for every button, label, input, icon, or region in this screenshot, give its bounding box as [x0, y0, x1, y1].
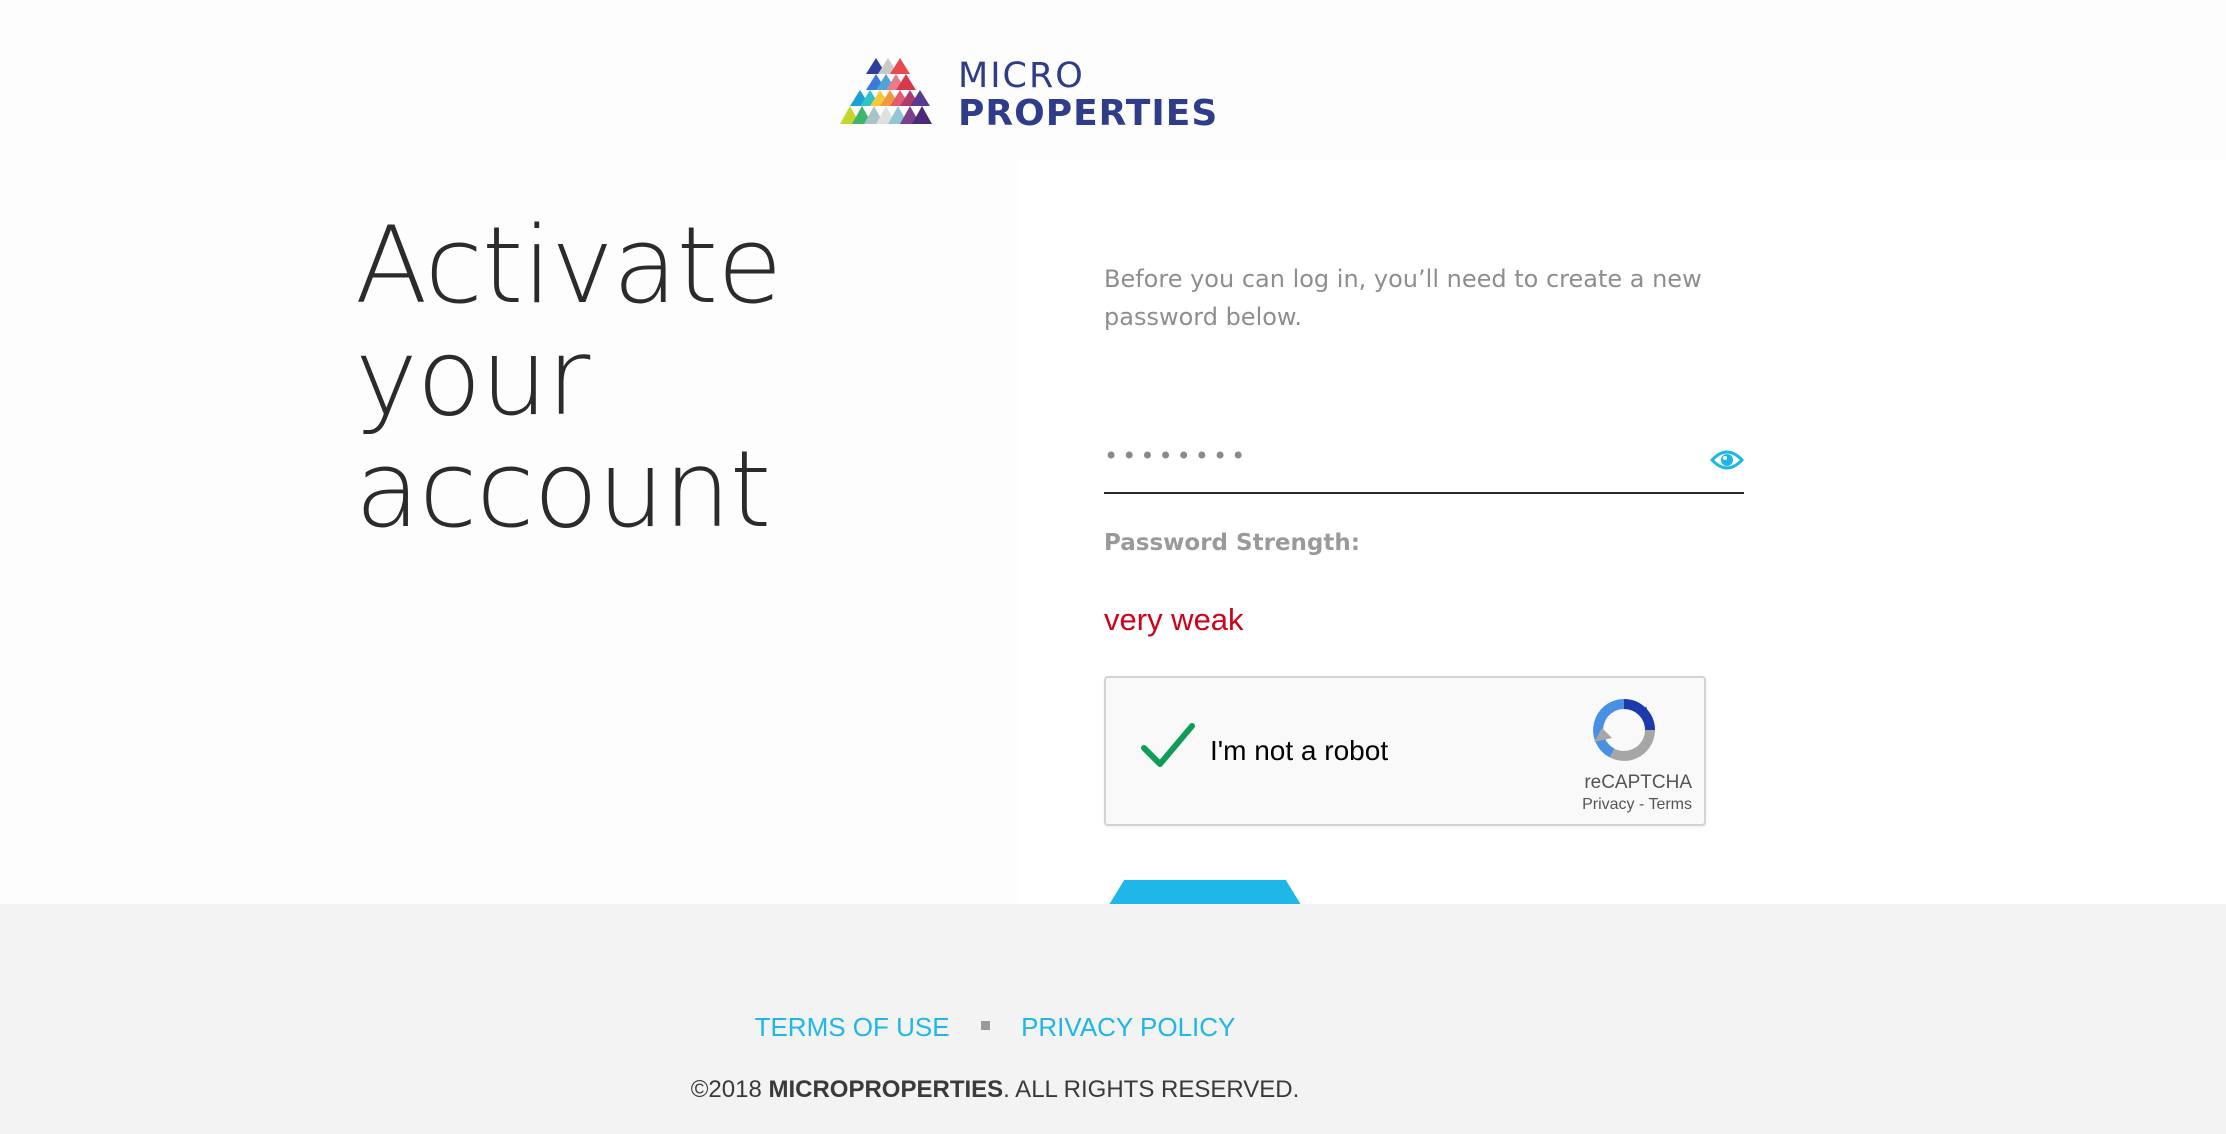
privacy-policy-link[interactable]: PRIVACY POLICY — [1021, 1012, 1235, 1042]
copyright-prefix: ©2018 — [690, 1076, 769, 1103]
recaptcha-logo-icon — [1592, 698, 1656, 766]
password-strength-label: Password Strength: — [1104, 530, 1360, 556]
logo-text-properties: PROPERTIES — [958, 93, 1219, 134]
password-input[interactable] — [1104, 432, 1684, 480]
copyright-brand: MICROPROPERTIES — [768, 1076, 1004, 1103]
checkmark-icon[interactable] — [1140, 722, 1196, 772]
terms-of-use-link[interactable]: TERMS OF USE — [755, 1012, 950, 1042]
copyright: ©2018 MICROPROPERTIES. ALL RIGHTS RESERV… — [0, 1076, 1990, 1104]
header: MICRO PROPERTIES — [0, 0, 2226, 160]
eye-icon[interactable] — [1709, 448, 1745, 472]
recaptcha-links[interactable]: Privacy - Terms — [1582, 796, 1692, 814]
footer-links: TERMS OF USE PRIVACY POLICY — [0, 1012, 1990, 1043]
logo[interactable]: MICRO PROPERTIES — [840, 56, 1217, 132]
logo-triangles-icon — [840, 58, 932, 124]
footer: TERMS OF USE PRIVACY POLICY ©2018 MICROP… — [0, 904, 2226, 1134]
recaptcha-brand: reCAPTCHA — [1584, 772, 1692, 793]
intro-text: Before you can log in, you’ll need to cr… — [1104, 265, 1702, 331]
recaptcha-widget: I'm not a robot reCAPTCHA Privacy - Term… — [1104, 676, 1706, 826]
page-title: Activate your account — [355, 204, 782, 551]
recaptcha-label: I'm not a robot — [1210, 735, 1389, 766]
footer-separator — [980, 1020, 990, 1030]
logo-text-micro: MICRO — [958, 56, 1085, 96]
password-field — [1104, 432, 1745, 494]
password-strength-value: very weak — [1104, 602, 1244, 637]
copyright-suffix: . ALL RIGHTS RESERVED. — [1003, 1076, 1300, 1103]
